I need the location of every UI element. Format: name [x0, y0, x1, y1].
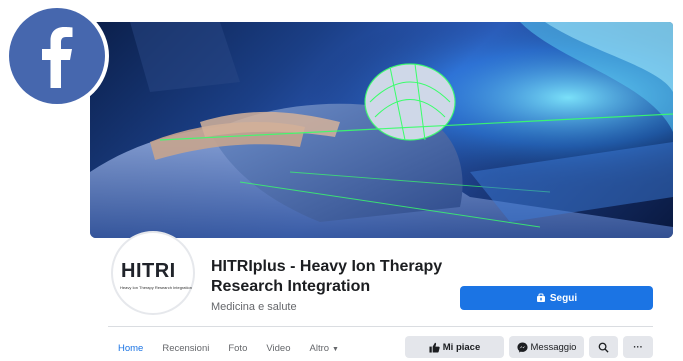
thumbs-up-icon	[429, 342, 440, 353]
caret-down-icon: ▼	[332, 346, 339, 353]
logo-tagline: Heavy Ion Therapy Research Integration	[120, 285, 192, 290]
tab-home[interactable]: Home	[118, 343, 143, 354]
follow-label: Segui	[549, 292, 578, 304]
page-avatar[interactable]: HITRI Heavy Ion Therapy Research Integra…	[111, 231, 195, 315]
message-label: Messaggio	[530, 341, 577, 353]
like-button[interactable]: Mi piace	[405, 336, 504, 358]
facebook-logo-icon	[9, 8, 105, 104]
cover-illustration	[90, 22, 673, 238]
follow-button[interactable]: Segui	[460, 286, 653, 310]
tab-more-label: Altro	[309, 343, 330, 354]
tab-video[interactable]: Video	[266, 343, 290, 354]
messenger-icon	[516, 341, 528, 353]
follow-icon	[536, 293, 545, 302]
search-icon	[598, 342, 609, 353]
facebook-page: HITRI Heavy Ion Therapy Research Integra…	[0, 0, 683, 361]
tab-reviews[interactable]: Recensioni	[162, 343, 209, 354]
page-title: HITRIplus - Heavy Ion Therapy Research I…	[211, 258, 443, 295]
tab-photos[interactable]: Foto	[228, 343, 247, 354]
more-options-button[interactable]: ···	[623, 336, 653, 358]
more-icon: ···	[633, 341, 643, 353]
tab-more[interactable]: Altro ▼	[310, 343, 339, 354]
like-label: Mi piace	[442, 341, 481, 353]
hitriplus-logo: HITRI	[121, 260, 176, 282]
divider	[108, 326, 653, 327]
page-category[interactable]: Medicina e salute	[211, 301, 297, 313]
message-button[interactable]: Messaggio	[509, 336, 584, 358]
page-tabs: Home Recensioni Foto Video Altro ▼	[118, 343, 358, 354]
cover-photo[interactable]	[90, 22, 673, 238]
search-button[interactable]	[589, 336, 618, 358]
